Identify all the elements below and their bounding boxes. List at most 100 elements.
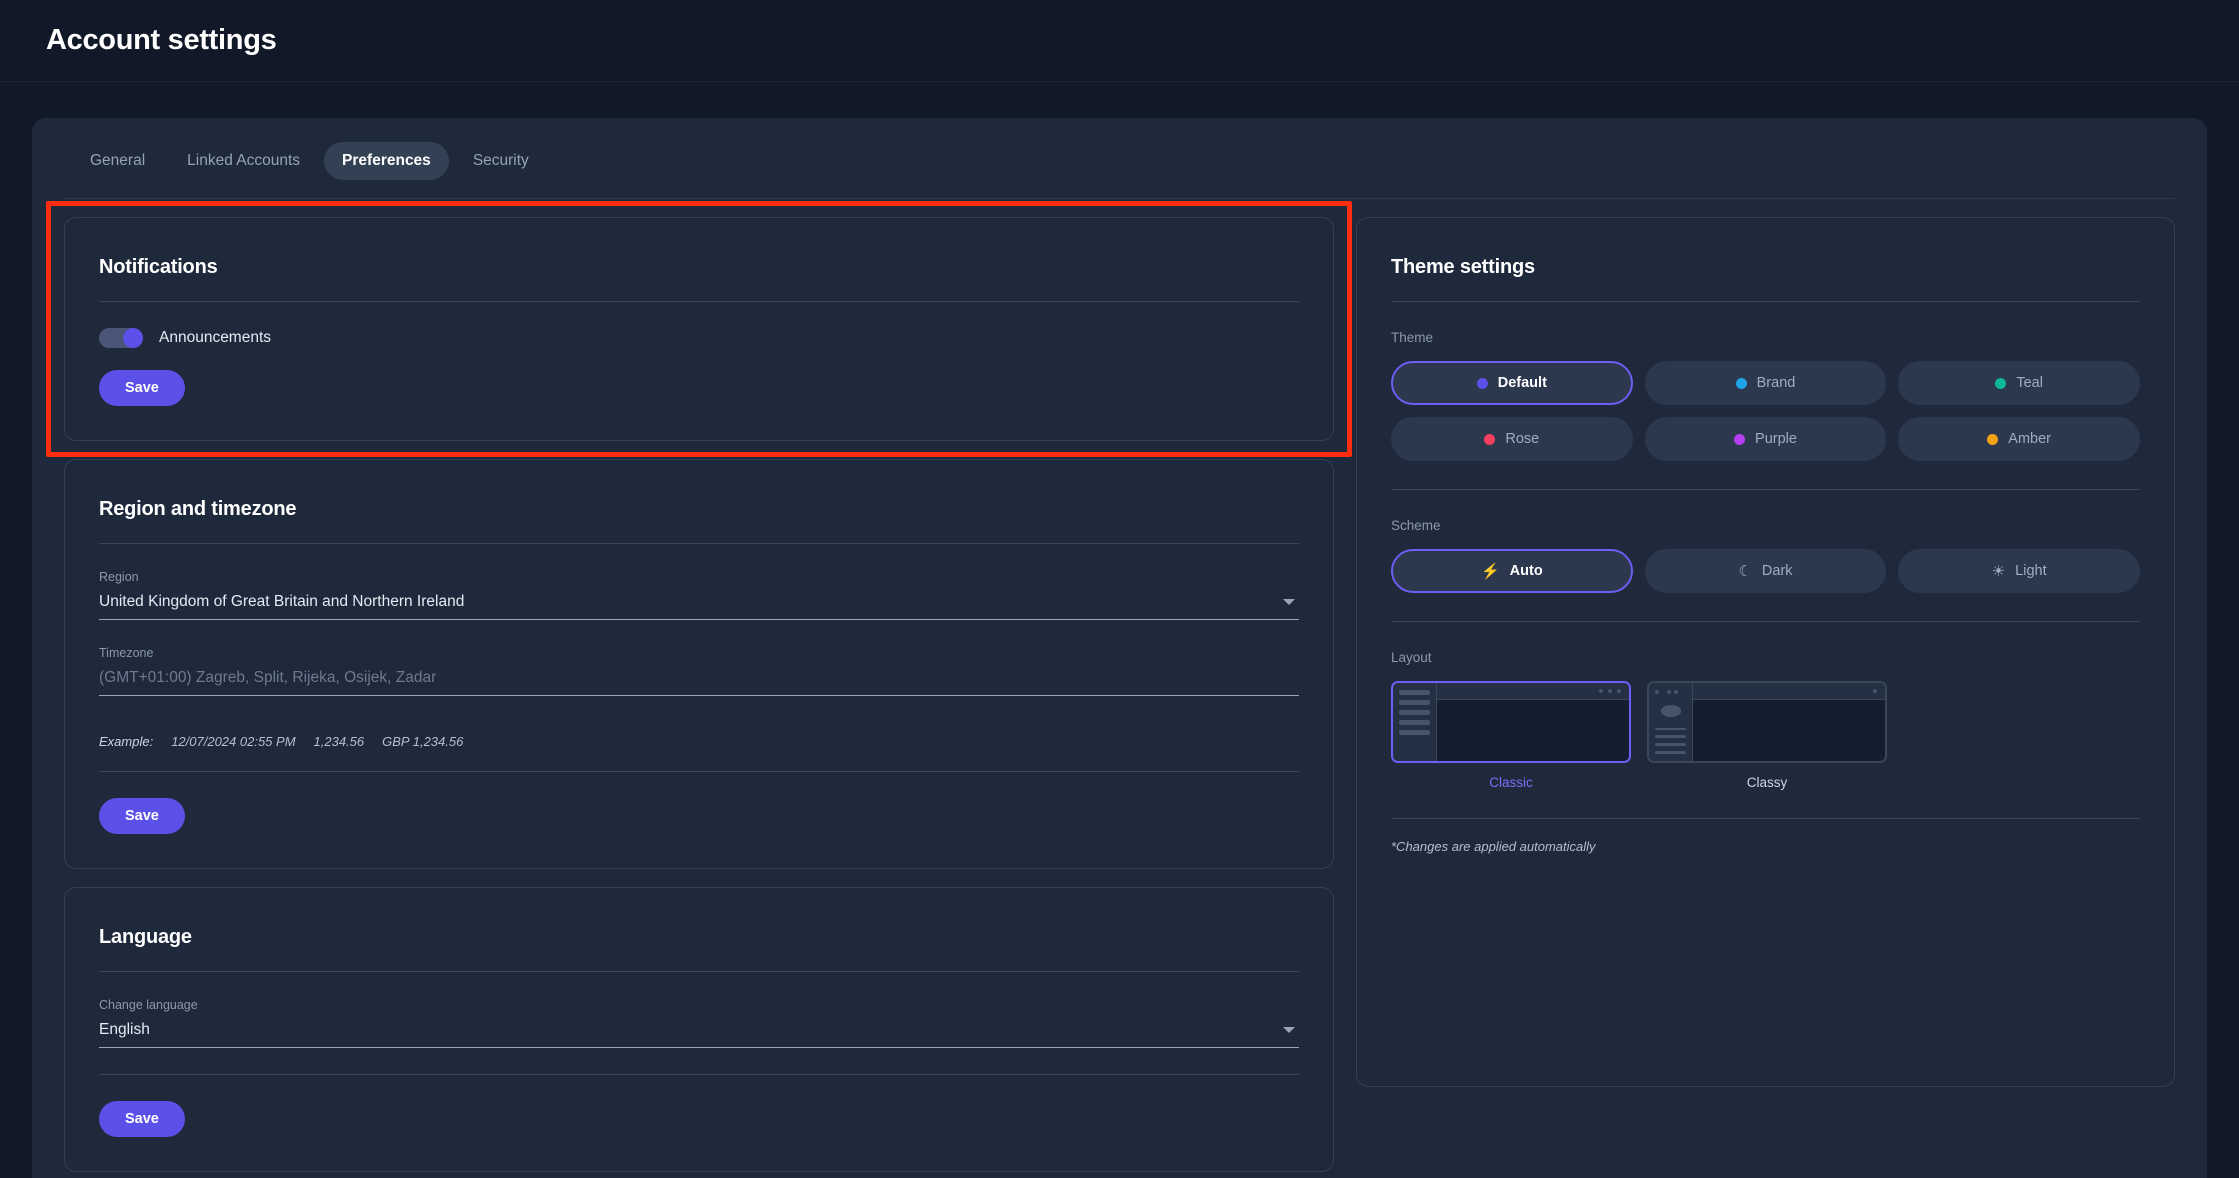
preview-topbar (1693, 683, 1885, 700)
preview-nav-bar (1399, 700, 1430, 705)
sun-icon: ☀ (1992, 564, 2005, 579)
bolt-icon: ⚡ (1481, 564, 1500, 579)
scheme-option-dark[interactable]: ☾ Dark (1645, 549, 1887, 593)
language-save-wrap: Save (99, 1075, 1299, 1137)
tab-linked-accounts[interactable]: Linked Accounts (169, 142, 318, 180)
scheme-option-label: Auto (1510, 563, 1543, 579)
region-field: Region United Kingdom of Great Britain a… (99, 570, 1299, 620)
preview-nav-bar (1655, 728, 1686, 731)
settings-tabs: General Linked Accounts Preferences Secu… (32, 118, 2207, 198)
language-select[interactable]: English (99, 1021, 1299, 1048)
scheme-options: ⚡ Auto ☾ Dark ☀ Light (1391, 549, 2140, 593)
preferences-body: Notifications Announcements Save (32, 199, 2207, 1178)
example-number: 1,234.56 (314, 734, 365, 749)
layout-options: Classic (1391, 681, 2140, 790)
preview-dot-icon (1599, 689, 1603, 693)
scheme-option-light[interactable]: ☀ Light (1898, 549, 2140, 593)
layout-option-classic[interactable]: Classic (1391, 681, 1631, 790)
theme-option-amber[interactable]: Amber (1898, 417, 2140, 461)
layout-preview-classic-icon (1391, 681, 1631, 763)
language-save-button[interactable]: Save (99, 1101, 185, 1137)
theme-option-default[interactable]: Default (1391, 361, 1633, 405)
theme-color-dot-icon (1734, 434, 1745, 445)
preview-nav-bar (1655, 751, 1686, 754)
region-save-wrap: Save (99, 772, 1299, 834)
region-timezone-title: Region and timezone (99, 460, 1299, 543)
layout-option-label: Classy (1647, 775, 1887, 790)
theme-option-brand[interactable]: Brand (1645, 361, 1887, 405)
region-save-button[interactable]: Save (99, 798, 185, 834)
timezone-field-label: Timezone (99, 646, 1299, 660)
region-select[interactable]: United Kingdom of Great Britain and Nort… (99, 593, 1299, 620)
notifications-save-button[interactable]: Save (99, 370, 185, 406)
layout-option-classy[interactable]: Classy (1647, 681, 1887, 790)
language-title: Language (99, 888, 1299, 971)
theme-group-label: Theme (1391, 330, 2140, 345)
scheme-layout-divider (1391, 621, 2140, 622)
layout-group-label: Layout (1391, 650, 2140, 665)
scheme-option-auto[interactable]: ⚡ Auto (1391, 549, 1633, 593)
layout-note-divider (1391, 818, 2140, 819)
moon-icon: ☾ (1738, 564, 1751, 579)
preview-dot-icon (1655, 690, 1659, 694)
page-shell: General Linked Accounts Preferences Secu… (0, 82, 2239, 1178)
theme-option-rose[interactable]: Rose (1391, 417, 1633, 461)
preview-nav-bar (1655, 743, 1686, 746)
notifications-content: Announcements Save (99, 302, 1299, 440)
preview-nav-bar (1399, 690, 1430, 695)
preview-avatar-icon (1661, 705, 1681, 717)
theme-option-label: Rose (1505, 431, 1539, 447)
toggle-knob-icon (123, 328, 143, 348)
theme-scheme-divider (1391, 489, 2140, 490)
announcements-label: Announcements (159, 329, 271, 347)
settings-panel: General Linked Accounts Preferences Secu… (32, 118, 2207, 1178)
preview-dot-icon (1873, 689, 1877, 693)
theme-option-teal[interactable]: Teal (1898, 361, 2140, 405)
language-card: Language Change language English Sa (64, 887, 1334, 1172)
announcements-toggle[interactable] (99, 328, 143, 348)
example-currency: GBP 1,234.56 (382, 734, 463, 749)
preview-nav-bar (1655, 735, 1686, 738)
preview-sidebar (1649, 683, 1693, 761)
theme-color-dot-icon (1736, 378, 1747, 389)
scheme-option-label: Light (2015, 563, 2046, 579)
change-language-field: Change language English (99, 998, 1299, 1048)
preview-sidebar (1393, 683, 1437, 761)
preview-topbar (1437, 683, 1629, 700)
preview-canvas (1693, 700, 1885, 761)
layout-option-label: Classic (1391, 775, 1631, 790)
format-example: Example: 12/07/2024 02:55 PM 1,234.56 GB… (99, 722, 1299, 771)
example-label: Example: (99, 734, 153, 749)
notifications-title: Notifications (99, 218, 1299, 301)
tab-security[interactable]: Security (455, 142, 547, 180)
example-datetime: 12/07/2024 02:55 PM (171, 734, 295, 749)
preview-dot-icon (1667, 690, 1671, 694)
theme-option-label: Purple (1755, 431, 1797, 447)
theme-color-dot-icon (1484, 434, 1495, 445)
theme-color-dot-icon (1995, 378, 2006, 389)
scheme-option-label: Dark (1762, 563, 1793, 579)
preview-nav-bar (1399, 710, 1430, 715)
theme-option-purple[interactable]: Purple (1645, 417, 1887, 461)
theme-options: Default Brand Teal Rose (1391, 361, 2140, 461)
chevron-down-icon (1283, 599, 1295, 605)
theme-option-label: Brand (1757, 375, 1796, 391)
timezone-select[interactable]: (GMT+01:00) Zagreb, Split, Rijeka, Osije… (99, 669, 1299, 696)
preview-canvas (1437, 700, 1629, 761)
timezone-field-value: (GMT+01:00) Zagreb, Split, Rijeka, Osije… (99, 669, 436, 687)
language-value: English (99, 1021, 150, 1039)
theme-option-label: Teal (2016, 375, 2043, 391)
tab-preferences[interactable]: Preferences (324, 142, 449, 180)
page-title: Account settings (46, 24, 276, 57)
scheme-group-label: Scheme (1391, 518, 2140, 533)
timezone-field: Timezone (GMT+01:00) Zagreb, Split, Rije… (99, 646, 1299, 696)
preview-dot-icon (1608, 689, 1612, 693)
announcements-row: Announcements (99, 328, 1299, 348)
theme-option-label: Default (1498, 375, 1547, 391)
preview-main (1693, 683, 1885, 761)
preview-main (1437, 683, 1629, 761)
theme-color-dot-icon (1987, 434, 1998, 445)
theme-settings-divider (1391, 301, 2140, 302)
tab-general[interactable]: General (72, 142, 163, 180)
theme-option-label: Amber (2008, 431, 2051, 447)
